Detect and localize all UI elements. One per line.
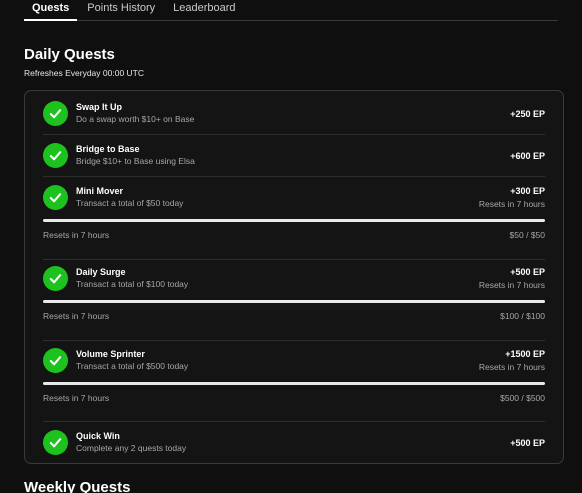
quest-name: Daily Surge <box>76 267 126 277</box>
quest-description: Transact a total of $500 today <box>76 361 189 371</box>
check-icon <box>43 266 68 291</box>
quest-reset-note: Resets in 7 hours <box>43 230 110 240</box>
divider <box>43 259 545 260</box>
check-icon <box>43 101 68 126</box>
check-icon <box>43 348 68 373</box>
quest-points: +250 EP <box>510 109 545 119</box>
quest-description: Transact a total of $100 today <box>76 279 189 289</box>
divider <box>43 134 545 135</box>
progress-fill <box>43 382 545 385</box>
daily-quests-title: Daily Quests <box>24 46 115 63</box>
weekly-quests-title: Weekly Quests <box>24 479 131 493</box>
quest-name: Mini Mover <box>76 186 124 196</box>
check-icon <box>43 143 68 168</box>
quest-points: +1500 EP <box>505 349 545 359</box>
quest-points: +600 EP <box>510 151 545 161</box>
quest-points: +300 EP <box>510 186 545 196</box>
progress-bar <box>43 300 545 303</box>
quest-swap-it-up[interactable]: Swap It Up Do a swap worth $10+ on Base … <box>43 101 545 129</box>
quest-reset-note: Resets in 7 hours <box>43 311 110 321</box>
check-icon <box>43 185 68 210</box>
quest-description: Complete any 2 quests today <box>76 443 187 453</box>
progress-fill <box>43 219 545 222</box>
quest-name: Volume Sprinter <box>76 349 145 359</box>
quest-daily-surge[interactable]: Daily Surge Transact a total of $100 tod… <box>43 266 545 326</box>
progress-fill <box>43 300 545 303</box>
quest-reset-note: Resets in 7 hours <box>43 393 110 403</box>
tab-quests[interactable]: Quests <box>24 0 78 21</box>
tab-points-history[interactable]: Points History <box>87 0 155 21</box>
progress-bar <box>43 382 545 385</box>
divider <box>43 176 545 177</box>
quest-progress-text: $100 / $100 <box>500 311 545 321</box>
divider <box>43 421 545 422</box>
quest-reset-time: Resets in 7 hours <box>478 280 545 290</box>
quest-reset-time: Resets in 7 hours <box>478 199 545 209</box>
quest-points: +500 EP <box>510 438 545 448</box>
tab-leaderboard[interactable]: Leaderboard <box>173 0 235 21</box>
quest-points: +500 EP <box>510 267 545 277</box>
quest-name: Quick Win <box>76 431 120 441</box>
quest-mini-mover[interactable]: Mini Mover Transact a total of $50 today… <box>43 185 545 245</box>
quest-name: Swap It Up <box>76 102 123 112</box>
quest-progress-text: $500 / $500 <box>500 393 545 403</box>
quest-bridge-to-base[interactable]: Bridge to Base Bridge $10+ to Base using… <box>43 143 545 171</box>
quest-progress-text: $50 / $50 <box>509 230 545 240</box>
quest-quick-win[interactable]: Quick Win Complete any 2 quests today +5… <box>43 430 545 458</box>
divider <box>43 340 545 341</box>
quest-reset-time: Resets in 7 hours <box>478 362 545 372</box>
quest-description: Do a swap worth $10+ on Base <box>76 114 195 124</box>
quest-name: Bridge to Base <box>76 144 140 154</box>
quest-description: Bridge $10+ to Base using Elsa <box>76 156 195 166</box>
tab-bar: Quests Points History Leaderboard <box>24 0 558 21</box>
daily-refresh-note: Refreshes Everyday 00:00 UTC <box>24 68 144 78</box>
progress-bar <box>43 219 545 222</box>
daily-quests-card: Swap It Up Do a swap worth $10+ on Base … <box>24 90 564 464</box>
check-icon <box>43 430 68 455</box>
quest-description: Transact a total of $50 today <box>76 198 184 208</box>
quest-volume-sprinter[interactable]: Volume Sprinter Transact a total of $500… <box>43 348 545 408</box>
